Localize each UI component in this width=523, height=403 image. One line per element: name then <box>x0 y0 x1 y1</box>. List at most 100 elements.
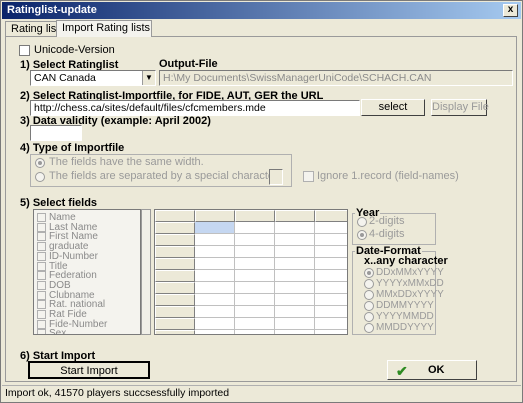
grid-cell[interactable] <box>235 318 275 330</box>
grid-cell[interactable] <box>195 258 235 270</box>
grid-cell[interactable] <box>235 294 275 306</box>
chevron-down-icon[interactable]: ▼ <box>142 71 155 85</box>
ignore-record-checkbox[interactable] <box>303 171 314 182</box>
ignore-record-label: Ignore 1.record (field-names) <box>317 170 459 182</box>
grid-cell[interactable] <box>155 246 195 258</box>
grid-cell[interactable] <box>275 246 315 258</box>
grid-cell[interactable] <box>235 306 275 318</box>
grid-cell[interactable] <box>315 246 347 258</box>
field-checkbox[interactable] <box>37 251 46 261</box>
date-format-option-label: MMDDYYYY <box>376 322 434 333</box>
same-width-radio[interactable] <box>35 158 45 168</box>
grid-cell[interactable] <box>275 306 315 318</box>
field-checkbox[interactable] <box>37 232 46 242</box>
grid-cell[interactable] <box>315 318 347 330</box>
grid-cell[interactable] <box>155 234 195 246</box>
grid-cell[interactable] <box>275 330 315 334</box>
grid-cell[interactable] <box>315 330 347 334</box>
field-mapping-grid[interactable] <box>154 209 348 335</box>
select-button[interactable]: select <box>361 99 425 116</box>
field-checkbox[interactable] <box>37 310 46 319</box>
grid-cell[interactable] <box>195 246 235 258</box>
ok-button[interactable]: ✔ OK <box>387 360 477 380</box>
grid-cell[interactable] <box>155 270 195 282</box>
grid-cell[interactable] <box>155 294 195 306</box>
date-format-radio[interactable] <box>364 279 374 289</box>
grid-cell[interactable] <box>275 210 315 222</box>
field-checkbox[interactable] <box>37 242 46 252</box>
grid-cell[interactable] <box>235 234 275 246</box>
unicode-checkbox[interactable] <box>19 45 30 56</box>
tab-rating-lists[interactable]: Rating lists <box>5 21 65 36</box>
date-format-radio[interactable] <box>364 268 374 278</box>
separator-char-input[interactable] <box>269 169 283 185</box>
grid-cell[interactable] <box>235 270 275 282</box>
grid-cell[interactable] <box>155 210 195 222</box>
separated-radio[interactable] <box>35 172 45 182</box>
fields-list[interactable]: Name Last Name First Name graduate ID-Number… <box>33 209 141 335</box>
grid-cell[interactable] <box>195 210 235 222</box>
grid-cell[interactable] <box>275 270 315 282</box>
grid-cell[interactable] <box>235 222 275 234</box>
year-4digits-radio[interactable] <box>357 230 367 240</box>
year-2digits-radio[interactable] <box>357 217 367 227</box>
data-validity-input[interactable] <box>30 125 82 141</box>
date-format-radio[interactable] <box>364 312 374 322</box>
unicode-label: Unicode-Version <box>34 44 115 56</box>
grid-cell[interactable] <box>195 270 235 282</box>
grid-cell[interactable] <box>235 210 275 222</box>
display-file-button[interactable]: Display File <box>431 99 489 116</box>
field-checkbox[interactable] <box>37 280 46 290</box>
field-checkbox[interactable] <box>37 329 46 334</box>
date-format-radio[interactable] <box>364 323 374 333</box>
field-checkbox[interactable] <box>37 213 46 222</box>
grid-cell[interactable] <box>195 294 235 306</box>
start-import-button[interactable]: Start Import <box>28 361 150 379</box>
field-checkbox[interactable] <box>37 222 46 232</box>
grid-cell[interactable] <box>155 282 195 294</box>
grid-cell[interactable] <box>315 306 347 318</box>
grid-cell[interactable] <box>275 318 315 330</box>
close-button[interactable]: x <box>503 4 518 17</box>
grid-cell[interactable] <box>155 222 195 234</box>
grid-cell[interactable] <box>195 318 235 330</box>
grid-cell[interactable] <box>315 210 347 222</box>
grid-cell[interactable] <box>235 282 275 294</box>
title-bar: Ratinglist-update x <box>2 2 521 19</box>
grid-cell[interactable] <box>235 246 275 258</box>
grid-cell[interactable] <box>195 234 235 246</box>
importfile-input[interactable]: http://chess.ca/sites/default/files/cfcm… <box>30 100 360 116</box>
grid-cell[interactable] <box>275 258 315 270</box>
grid-cell[interactable] <box>235 330 275 334</box>
grid-cell[interactable] <box>235 258 275 270</box>
grid-cell[interactable] <box>155 306 195 318</box>
grid-cell[interactable] <box>315 294 347 306</box>
fields-list-scrollbar[interactable] <box>141 209 151 335</box>
ratinglist-select[interactable]: CAN Canada ▼ <box>30 70 156 86</box>
grid-cell[interactable] <box>275 282 315 294</box>
grid-cell[interactable] <box>275 234 315 246</box>
grid-cell[interactable] <box>315 234 347 246</box>
grid-cell[interactable] <box>275 294 315 306</box>
field-checkbox[interactable] <box>37 261 46 271</box>
separated-label: The fields are separated by a special ch… <box>49 170 281 182</box>
grid-cell[interactable] <box>195 222 235 234</box>
grid-cell[interactable] <box>155 330 195 334</box>
grid-cell[interactable] <box>155 318 195 330</box>
grid-cell[interactable] <box>315 258 347 270</box>
grid-cell[interactable] <box>155 258 195 270</box>
field-checkbox[interactable] <box>37 290 46 300</box>
grid-cell[interactable] <box>315 270 347 282</box>
field-checkbox[interactable] <box>37 319 46 329</box>
field-checkbox[interactable] <box>37 271 46 281</box>
grid-cell[interactable] <box>195 330 235 334</box>
grid-cell[interactable] <box>195 306 235 318</box>
grid-cell[interactable] <box>275 222 315 234</box>
grid-cell[interactable] <box>195 282 235 294</box>
date-format-radio[interactable] <box>364 301 374 311</box>
tab-import-rating-lists[interactable]: Import Rating lists <box>56 20 152 37</box>
grid-cell[interactable] <box>315 222 347 234</box>
field-checkbox[interactable] <box>37 300 46 310</box>
date-format-radio[interactable] <box>364 290 374 300</box>
grid-cell[interactable] <box>315 282 347 294</box>
